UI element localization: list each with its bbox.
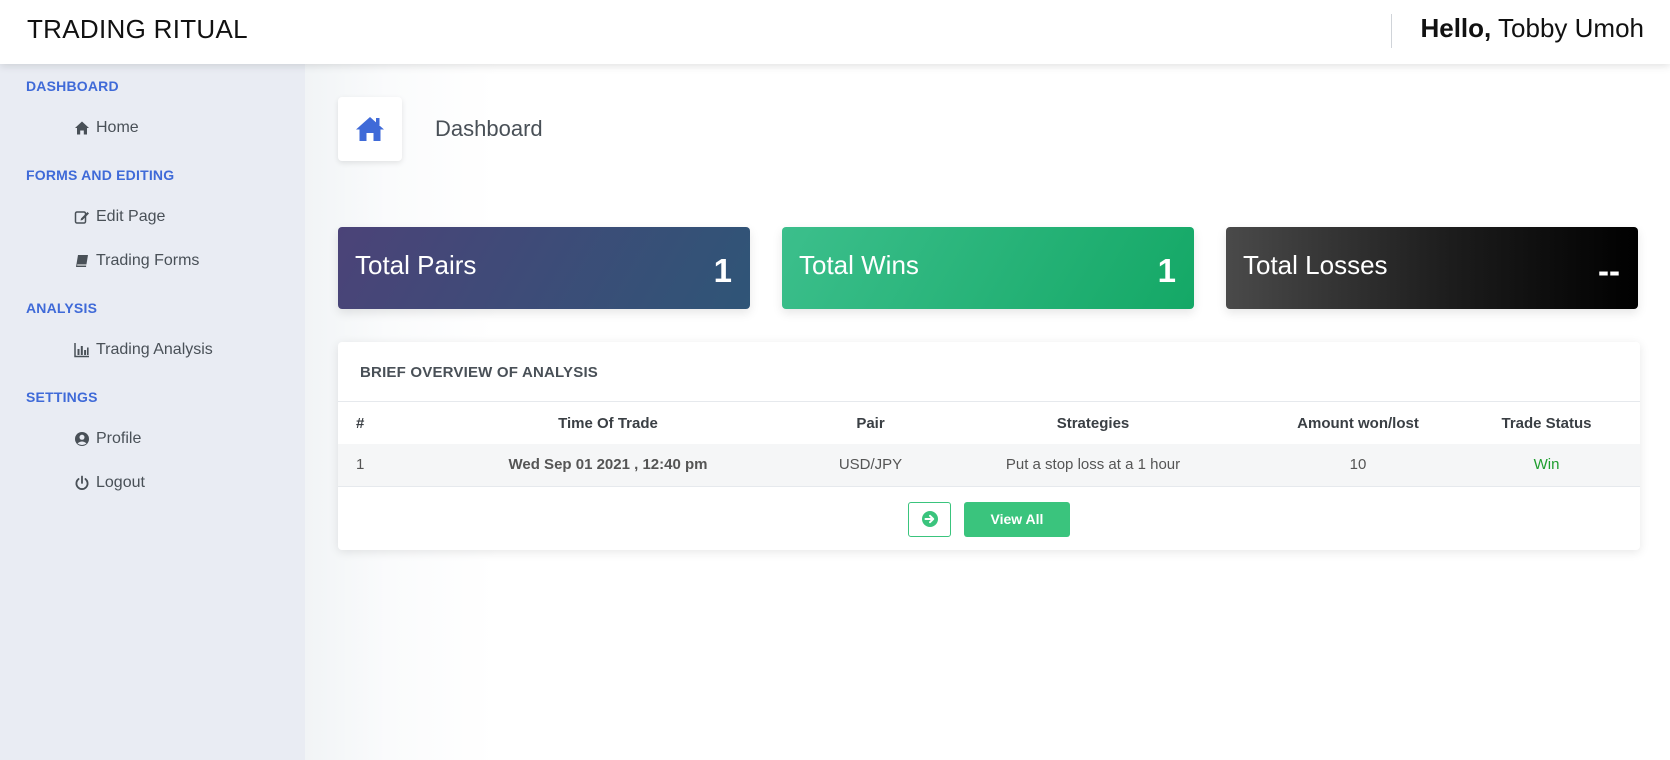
total-losses-card: Total Losses --: [1226, 227, 1638, 309]
total-pairs-card: Total Pairs 1: [338, 227, 750, 309]
section-settings: SETTINGS: [26, 389, 98, 405]
row-amount: 10: [1263, 444, 1453, 487]
sidebar-item-trading-analysis[interactable]: Trading Analysis: [74, 341, 213, 359]
table-header-row: # Time Of Trade Pair Strategies Amount w…: [338, 402, 1640, 444]
power-icon: [74, 475, 90, 491]
total-wins-card: Total Wins 1: [782, 227, 1194, 309]
column-header-number: #: [356, 414, 365, 432]
total-losses-label: Total Losses: [1243, 250, 1388, 280]
user-circle-icon: [74, 431, 90, 447]
arrow-button[interactable]: [908, 501, 951, 537]
sidebar-item-label: Trading Forms: [96, 252, 200, 269]
total-wins-label: Total Wins: [799, 250, 919, 280]
row-strategy: Put a stop loss at a 1 hour: [923, 444, 1263, 487]
panel-title: BRIEF OVERVIEW OF ANALYSIS: [338, 342, 1640, 402]
sidebar-item-label: Logout: [96, 474, 145, 491]
sidebar-item-profile[interactable]: Profile: [74, 430, 141, 448]
section-dashboard: DASHBOARD: [26, 78, 119, 94]
total-pairs-value: 1: [713, 252, 732, 289]
section-analysis: ANALYSIS: [26, 300, 98, 316]
view-all-button[interactable]: View All: [964, 501, 1070, 537]
row-number: 1: [338, 444, 398, 487]
home-icon: [74, 120, 90, 136]
sidebar-item-edit-page[interactable]: Edit Page: [74, 208, 165, 226]
table-row[interactable]: 1 Wed Sep 01 2021 , 12:40 pm USD/JPY Put…: [338, 444, 1640, 487]
arrow-circle-right-icon: [921, 511, 938, 527]
sidebar-item-home[interactable]: Home: [74, 119, 139, 137]
brand-title[interactable]: TRADING RITUAL: [27, 14, 248, 45]
total-losses-value: --: [1598, 252, 1620, 289]
column-header-amount: Amount won/lost: [1297, 414, 1419, 432]
sidebar-item-logout[interactable]: Logout: [74, 474, 145, 492]
page-title: Dashboard: [435, 116, 543, 141]
sidebar-item-label: Trading Analysis: [96, 341, 213, 358]
main-content: Dashboard Total Pairs 1 Total Wins 1 Tot…: [305, 64, 1670, 760]
user-name: Tobby Umoh: [1498, 13, 1644, 43]
home-icon: [356, 117, 384, 141]
top-header: TRADING RITUAL Hello, Tobby Umoh: [0, 0, 1670, 64]
edit-icon: [74, 209, 90, 225]
bar-chart-icon: [74, 342, 90, 358]
book-icon: [74, 253, 90, 269]
section-forms-editing: FORMS AND EDITING: [26, 167, 175, 183]
column-header-strategies: Strategies: [1056, 414, 1130, 432]
row-pair: USD/JPY: [818, 444, 923, 487]
analysis-overview-panel: BRIEF OVERVIEW OF ANALYSIS # Time Of Tra…: [338, 342, 1640, 550]
greeting-hello: Hello,: [1420, 13, 1492, 43]
panel-footer: View All: [338, 488, 1640, 550]
sidebar-item-label: Profile: [96, 430, 142, 447]
total-wins-value: 1: [1157, 252, 1176, 289]
row-time: Wed Sep 01 2021 , 12:40 pm: [398, 444, 818, 487]
row-status: Win: [1453, 444, 1640, 487]
analysis-table: # Time Of Trade Pair Strategies Amount w…: [338, 402, 1640, 487]
column-header-time: Time Of Trade: [558, 414, 658, 432]
column-header-pair: Pair: [856, 414, 885, 432]
sidebar: DASHBOARD Home FORMS AND EDITING Edit Pa…: [0, 64, 305, 760]
page-icon-box: [338, 97, 402, 161]
total-pairs-label: Total Pairs: [355, 250, 477, 280]
sidebar-item-label: Home: [96, 119, 139, 136]
sidebar-item-trading-forms[interactable]: Trading Forms: [74, 252, 199, 270]
user-greeting[interactable]: Hello, Tobby Umoh: [1420, 13, 1644, 44]
header-divider: [1391, 14, 1392, 48]
sidebar-item-label: Edit Page: [96, 208, 166, 225]
column-header-status: Trade Status: [1501, 414, 1592, 432]
